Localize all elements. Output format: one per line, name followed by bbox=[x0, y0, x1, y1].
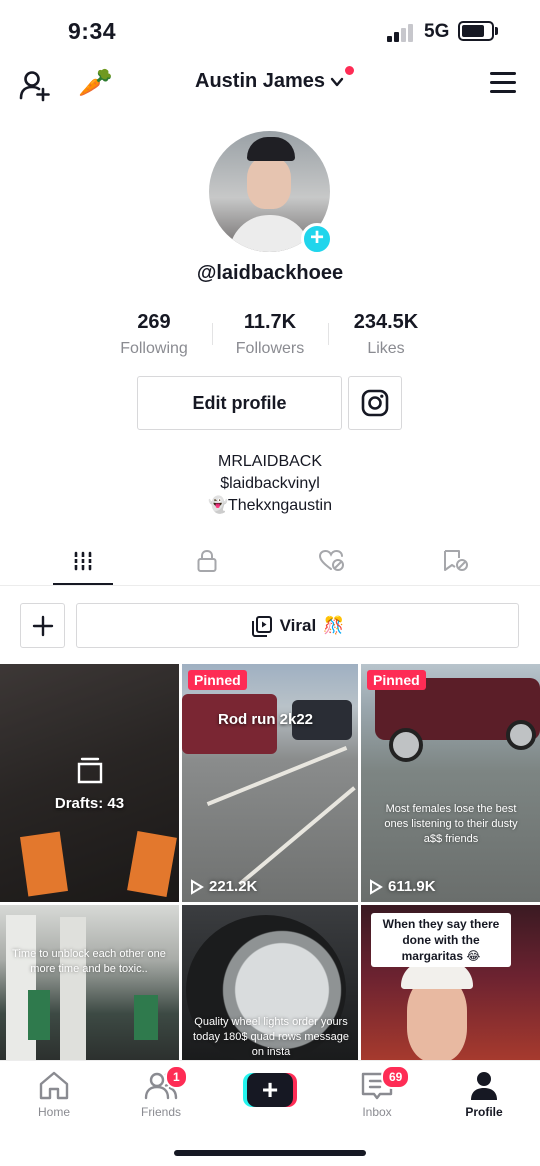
playlist-icon bbox=[251, 615, 272, 637]
tab-videos[interactable] bbox=[63, 546, 103, 576]
drafts-label: Drafts: 43 bbox=[54, 795, 125, 812]
view-count-value: 221.2K bbox=[209, 878, 258, 895]
followers-count: 11.7K bbox=[243, 311, 297, 333]
edit-profile-button[interactable]: Edit profile bbox=[137, 376, 342, 430]
nav-profile-label: Profile bbox=[465, 1105, 503, 1119]
stat-following[interactable]: 269 Following bbox=[100, 311, 208, 358]
add-user-icon bbox=[19, 71, 50, 102]
video-caption: Most females lose the best ones listenin… bbox=[384, 803, 518, 845]
add-avatar-button[interactable]: + bbox=[301, 223, 333, 255]
video-caption: Quality wheel lights order yours today 1… bbox=[193, 1016, 349, 1058]
drafts-tile[interactable]: Drafts: 43 bbox=[0, 664, 179, 902]
following-label: Following bbox=[120, 340, 188, 357]
stat-likes[interactable]: 234.5K Likes bbox=[332, 311, 440, 358]
likes-count: 234.5K bbox=[353, 311, 419, 333]
lock-icon bbox=[197, 549, 217, 572]
inbox-badge: 69 bbox=[381, 1065, 411, 1089]
chevron-down-icon bbox=[330, 77, 344, 86]
username-handle: @laidbackhoee bbox=[196, 262, 344, 284]
video-tile-truck[interactable]: Pinned Most females lose the best ones l… bbox=[361, 664, 540, 902]
home-indicator bbox=[174, 1150, 366, 1156]
video-tile-wheel[interactable]: Quality wheel lights order yours today 1… bbox=[182, 905, 358, 1060]
video-caption: Time to unblock each other one more time… bbox=[12, 948, 166, 975]
status-bar: 9:34 5G bbox=[0, 0, 540, 62]
add-playlist-button[interactable] bbox=[20, 603, 65, 648]
play-icon bbox=[370, 878, 383, 895]
menu-button[interactable] bbox=[490, 72, 516, 94]
pinned-badge: Pinned bbox=[367, 670, 426, 690]
playlist-viral[interactable]: Viral 🎊 bbox=[76, 603, 519, 648]
active-tab-indicator bbox=[53, 583, 113, 585]
likes-label: Likes bbox=[367, 340, 405, 357]
bio-line-2: $laidbackvinyl bbox=[220, 475, 320, 492]
plus-icon bbox=[32, 615, 53, 636]
grid-icon bbox=[74, 551, 92, 571]
video-overlay-text: Rod run 2k22 bbox=[218, 711, 314, 728]
stat-followers[interactable]: 11.7K Followers bbox=[216, 311, 324, 358]
pinned-badge: Pinned bbox=[188, 670, 247, 690]
signal-icon bbox=[387, 24, 417, 42]
profile-stats: 269 Following 11.7K Followers 234.5K Lik… bbox=[100, 311, 440, 357]
tab-private[interactable] bbox=[187, 546, 227, 576]
battery-icon bbox=[458, 21, 494, 41]
profile-header: 🥕 Austin James bbox=[0, 62, 540, 106]
video-text-label: When they say there done with the margar… bbox=[371, 913, 511, 967]
hidden-bookmark-icon bbox=[444, 550, 468, 571]
instagram-icon bbox=[361, 389, 389, 417]
create-plus-icon: + bbox=[247, 1073, 293, 1107]
friends-badge: 1 bbox=[165, 1065, 188, 1089]
status-time: 9:34 bbox=[68, 18, 117, 44]
tab-liked[interactable] bbox=[312, 546, 352, 576]
nav-friends[interactable]: Friends 1 bbox=[121, 1065, 201, 1119]
profile-bio: MRLAIDBACK $laidbackvinyl 👻Thekxngaustin bbox=[0, 451, 540, 517]
nav-inbox[interactable]: Inbox 69 bbox=[337, 1065, 417, 1119]
video-grid: Drafts: 43 Pinned Rod run 2k22 221.2K Pi… bbox=[0, 664, 540, 1060]
playlist-label: Viral bbox=[279, 615, 317, 635]
nav-friends-label: Friends bbox=[140, 1105, 181, 1119]
hidden-heart-icon bbox=[318, 549, 344, 571]
play-icon bbox=[191, 878, 204, 895]
video-tile-rod-run[interactable]: Pinned Rod run 2k22 221.2K bbox=[182, 664, 358, 902]
playlist-emoji: 🎊 bbox=[323, 615, 345, 635]
home-icon bbox=[39, 1071, 69, 1100]
bio-line-3: 👻Thekxngaustin bbox=[208, 497, 332, 514]
video-tile-gas-station[interactable]: Time to unblock each other one more time… bbox=[0, 905, 179, 1060]
profile-tabs bbox=[0, 540, 540, 586]
followers-label: Followers bbox=[235, 340, 305, 357]
account-name: Austin James bbox=[195, 70, 326, 92]
view-count: 221.2K bbox=[190, 878, 257, 895]
nav-profile[interactable]: Profile bbox=[444, 1069, 524, 1119]
nav-inbox-label: Inbox bbox=[362, 1105, 392, 1119]
carrot-icon[interactable]: 🥕 bbox=[78, 66, 113, 100]
video-tile-margaritas[interactable]: When they say there done with the margar… bbox=[361, 905, 540, 1060]
battery-tip bbox=[495, 27, 498, 35]
network-label: 5G bbox=[424, 21, 450, 42]
add-user-button[interactable] bbox=[18, 68, 52, 102]
notification-dot bbox=[345, 66, 354, 75]
bio-line-1: MRLAIDBACK bbox=[217, 453, 323, 470]
account-switcher[interactable]: Austin James bbox=[195, 70, 345, 93]
drafts-icon bbox=[77, 757, 103, 784]
profile-icon bbox=[471, 1072, 497, 1100]
view-count-value: 611.9K bbox=[388, 878, 436, 895]
instagram-button[interactable] bbox=[348, 376, 402, 430]
tab-favorites[interactable] bbox=[436, 546, 476, 576]
create-button[interactable]: + bbox=[243, 1073, 297, 1107]
nav-home[interactable]: Home bbox=[14, 1069, 94, 1119]
view-count: 611.9K bbox=[369, 878, 436, 895]
nav-home-label: Home bbox=[37, 1105, 70, 1119]
following-count: 269 bbox=[137, 311, 171, 333]
